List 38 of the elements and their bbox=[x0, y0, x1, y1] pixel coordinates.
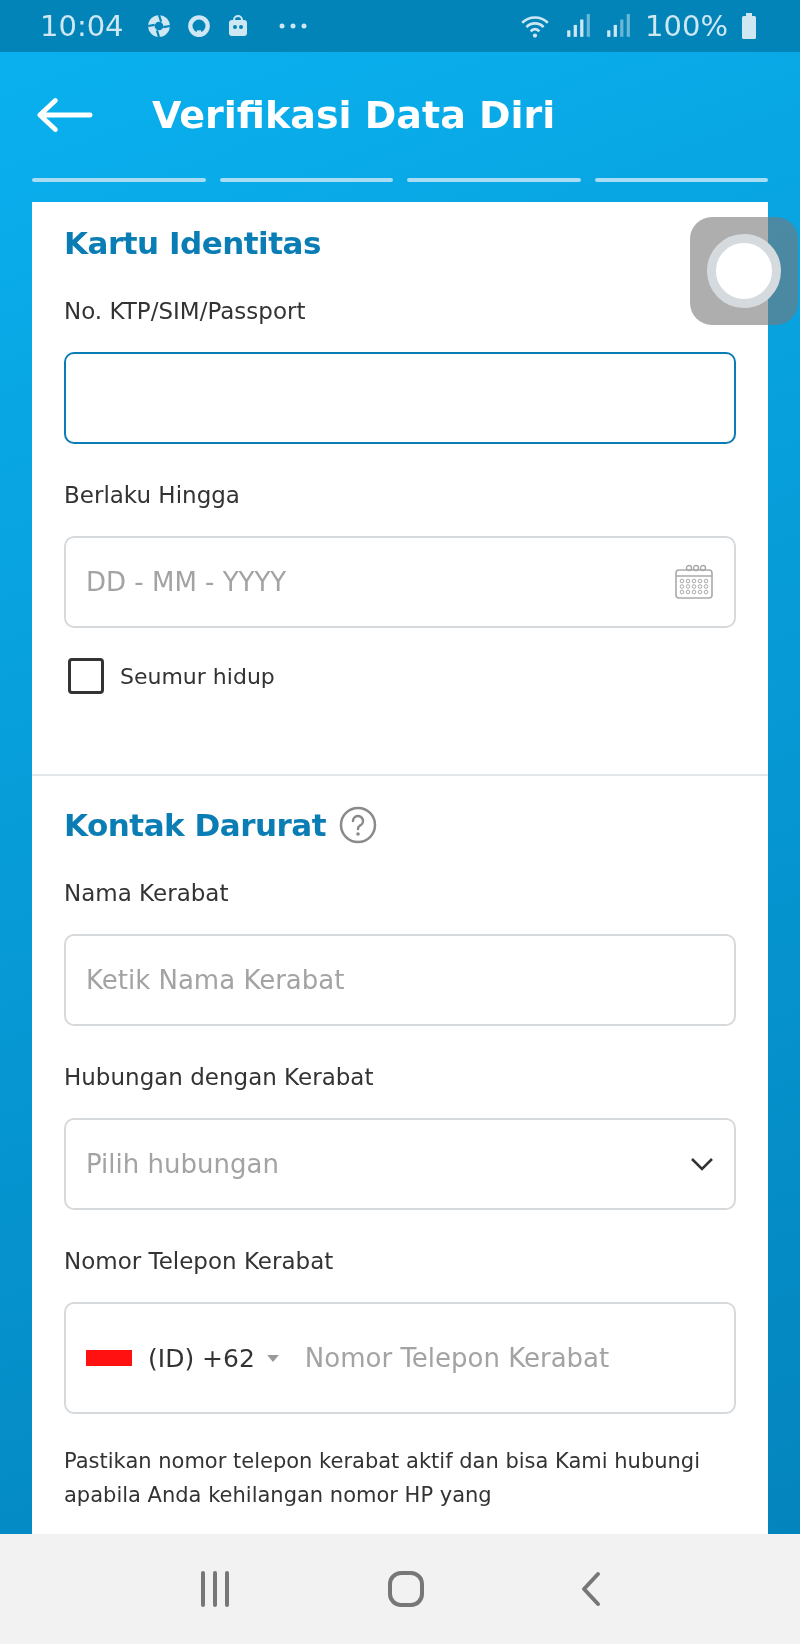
hint-paragraph: Pastikan nomor telepon kerabat aktif dan bisa Kami hubungi apabila Anda kehilangan nomor HP yang bbox=[64, 1448, 701, 1509]
caret-icon bbox=[266, 1354, 279, 1362]
status-time: 10:04 bbox=[40, 9, 124, 43]
field-label: Nomor Telepon Kerabat bbox=[64, 1248, 335, 1274]
input-field[interactable] bbox=[64, 352, 736, 444]
back-icon[interactable] bbox=[580, 1571, 603, 1607]
placeholder-text: Nomor Telepon Kerabat bbox=[304, 1343, 610, 1373]
section-title: Kontak Darurat bbox=[64, 807, 327, 843]
checkbox-label: Seumur hidup bbox=[120, 663, 275, 689]
home-icon[interactable] bbox=[387, 1570, 425, 1608]
battery-icon bbox=[742, 13, 756, 39]
signal-icon bbox=[565, 13, 592, 39]
battery-level: 100% bbox=[645, 9, 728, 43]
dropdown-field[interactable]: Pilih hubungan bbox=[64, 1118, 736, 1210]
ring-icon bbox=[185, 13, 212, 39]
more-icon bbox=[277, 22, 308, 30]
field-label: Berlaku Hingga bbox=[64, 482, 241, 508]
placeholder-text: Pilih hubungan bbox=[86, 1149, 279, 1179]
country-code[interactable]: (ID) +62 bbox=[148, 1343, 255, 1373]
placeholder-text: Ketik Nama Kerabat bbox=[86, 965, 345, 995]
signal-icon bbox=[605, 13, 632, 39]
chevron-down-icon bbox=[690, 1157, 714, 1171]
field-label: Hubungan dengan Kerabat bbox=[64, 1064, 375, 1090]
page-title: Verifikasi Data Diri bbox=[152, 93, 556, 137]
field-label: Nama Kerabat bbox=[64, 880, 230, 906]
aperture-icon bbox=[145, 13, 172, 39]
input-field[interactable]: Ketik Nama Kerabat bbox=[64, 934, 736, 1026]
field-label: No. KTP/SIM/Passport bbox=[64, 298, 307, 324]
section-title: Kartu Identitas bbox=[64, 225, 321, 261]
calendar-icon[interactable] bbox=[674, 564, 714, 600]
phone-field[interactable]: (ID) +62 Nomor Telepon Kerabat bbox=[64, 1302, 736, 1414]
floating-button[interactable] bbox=[690, 217, 798, 325]
checkbox[interactable] bbox=[68, 658, 104, 694]
help-icon[interactable] bbox=[338, 805, 379, 845]
date-field[interactable]: DD - MM - YYYY bbox=[64, 536, 736, 628]
back-arrow-icon[interactable] bbox=[36, 97, 94, 133]
flag-icon bbox=[86, 1350, 132, 1366]
placeholder-text: DD - MM - YYYY bbox=[86, 567, 287, 597]
